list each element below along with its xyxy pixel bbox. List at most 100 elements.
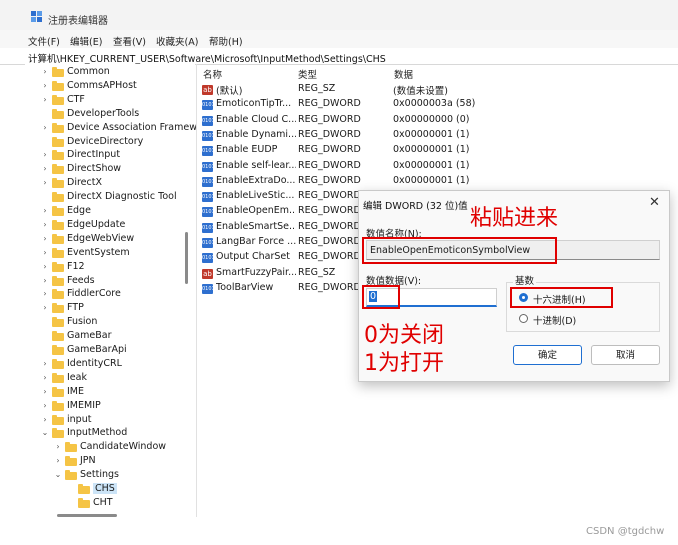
chevron-right-icon[interactable]: › [41,178,49,187]
dec-radio-label[interactable]: 十进制(D) [533,313,576,327]
value-data: 0x00000001 (1) [393,144,470,156]
registry-value-row[interactable]: 0101 EnableExtraDo... REG_DWORD 0x00000001 … [200,175,480,190]
tree-item[interactable]: › F12 [0,261,185,275]
chevron-right-icon[interactable]: › [41,123,49,132]
chevron-right-icon[interactable]: › [54,442,62,451]
registry-value-row[interactable]: 0101 Enable EUDP REG_DWORD 0x00000001 (1) [200,144,480,159]
address-path[interactable]: 计算机\HKEY_CURRENT_USER\Software\Microsoft… [28,51,386,65]
chevron-right-icon[interactable]: › [41,373,49,382]
tree-item[interactable]: GameBar [0,330,185,344]
tree-item[interactable]: ⌄ InputMethod [0,427,185,441]
chevron-right-icon[interactable]: › [41,164,49,173]
tree-item[interactable]: CHS [0,483,185,497]
value-name: EnableLiveStic... [216,190,295,202]
tree-item[interactable]: DirectX Diagnostic Tool [0,191,185,205]
tree-item[interactable]: › EdgeWebView [0,233,185,247]
tree-item[interactable]: › DirectInput [0,149,185,163]
cancel-button[interactable]: 取消 [591,345,660,365]
chevron-right-icon[interactable]: › [54,456,62,465]
tree-item[interactable]: › EventSystem [0,247,185,261]
folder-icon [52,358,64,369]
chevron-right-icon[interactable]: › [41,359,49,368]
tree-item[interactable]: › Common [0,66,185,80]
tree-horizontal-scrollbar[interactable] [57,514,117,517]
chevron-right-icon[interactable]: › [41,67,49,76]
chevron-right-icon[interactable]: › [41,387,49,396]
value-name: Enable EUDP [216,144,278,156]
tree-item[interactable]: › Edge [0,205,185,219]
pane-splitter[interactable] [196,64,197,517]
tree-item[interactable]: GameBarApi [0,344,185,358]
tree-item[interactable]: ⌄ Settings [0,469,185,483]
tree-item[interactable]: CHT [0,497,185,511]
tree-item[interactable]: › Device Association Framew [0,122,197,136]
close-icon[interactable]: ✕ [649,195,660,210]
column-header-name[interactable]: 名称 [203,67,222,81]
tree-item[interactable]: DeviceDirectory [0,136,185,150]
chevron-down-icon[interactable]: ⌄ [41,428,49,437]
tree-item[interactable]: › IME [0,386,185,400]
annotation-paste: 粘贴进来 [470,206,559,231]
tree-item[interactable]: › input [0,414,185,428]
value-type: REG_DWORD [298,281,361,293]
chevron-right-icon[interactable]: › [41,415,49,424]
tree-item[interactable]: › IdentityCRL [0,358,185,372]
dword-value-icon: 0101 [202,176,215,187]
dword-value-icon: 0101 [202,253,215,264]
registry-value-row[interactable]: ab (默认) REG_SZ (数值未设置) [200,83,480,98]
chevron-right-icon[interactable]: › [41,303,49,312]
menu-file[interactable]: 文件(F) [28,34,60,48]
tree-item-label: EdgeWebView [67,232,135,244]
registry-value-row[interactable]: 0101 Enable self-lear... REG_DWORD 0x000000… [200,160,480,175]
chevron-right-icon[interactable]: › [41,276,49,285]
tree-item[interactable]: › FTP [0,302,185,316]
value-data: 0x00000001 (1) [393,128,470,140]
menu-view[interactable]: 查看(V) [113,34,146,48]
chevron-right-icon[interactable]: › [41,401,49,410]
chevron-right-icon[interactable]: › [41,262,49,271]
registry-value-row[interactable]: 0101 Enable Dynami... REG_DWORD 0x00000001 … [200,129,480,144]
column-header-data[interactable]: 数据 [394,67,413,81]
ok-button[interactable]: 确定 [513,345,582,365]
chevron-right-icon[interactable]: › [41,206,49,215]
tree-item[interactable]: › Feeds [0,275,185,289]
tree-item[interactable]: › Ieak [0,372,185,386]
value-type: REG_DWORD [298,236,361,247]
column-header-type[interactable]: 类型 [298,67,317,81]
folder-icon [52,345,64,355]
tree-item[interactable]: › IMEMIP [0,400,185,414]
tree-item-label: CTF [67,93,85,105]
tree-item[interactable]: Fusion [0,316,185,330]
dec-radio[interactable] [519,314,528,323]
value-name: Output CharSet [216,251,291,263]
tree-item[interactable]: › DirectX [0,177,185,191]
chevron-right-icon[interactable]: › [41,95,49,104]
value-type: REG_DWORD [298,251,361,263]
value-data: (数值未设置) [393,86,448,97]
menu-edit[interactable]: 编辑(E) [70,34,102,48]
menu-favorites[interactable]: 收藏夹(A) [156,34,198,48]
tree-vertical-scrollbar[interactable] [185,232,188,284]
tree-item[interactable]: › CommsAPHost [0,80,185,94]
registry-value-row[interactable]: 0101 EmoticonTipTr... REG_DWORD 0x0000003a … [200,98,480,113]
tree-item-label: FiddlerCore [67,288,121,300]
chevron-right-icon[interactable]: › [41,234,49,243]
chevron-right-icon[interactable]: › [41,248,49,257]
tree-item[interactable]: › JPN [0,455,185,469]
menu-help[interactable]: 帮助(H) [209,34,243,48]
tree-item[interactable]: › EdgeUpdate [0,219,185,233]
chevron-down-icon[interactable]: ⌄ [54,470,62,479]
chevron-right-icon[interactable]: › [41,289,49,298]
tree-item[interactable]: › CTF [0,94,185,108]
tree-item[interactable]: › CandidateWindow [0,441,185,455]
chevron-right-icon[interactable]: › [41,81,49,90]
tree-item[interactable]: DeveloperTools [0,108,185,122]
folder-icon [78,484,90,494]
registry-value-row[interactable]: 0101 Enable Cloud C... REG_DWORD 0x00000000… [200,114,480,129]
chevron-right-icon[interactable]: › [41,220,49,229]
base-label: 基数 [513,273,537,287]
chevron-right-icon[interactable]: › [41,150,49,159]
tree-item[interactable]: › FiddlerCore [0,288,185,302]
tree-item[interactable]: › DirectShow [0,163,185,177]
tree-item-label: DirectInput [67,149,121,161]
